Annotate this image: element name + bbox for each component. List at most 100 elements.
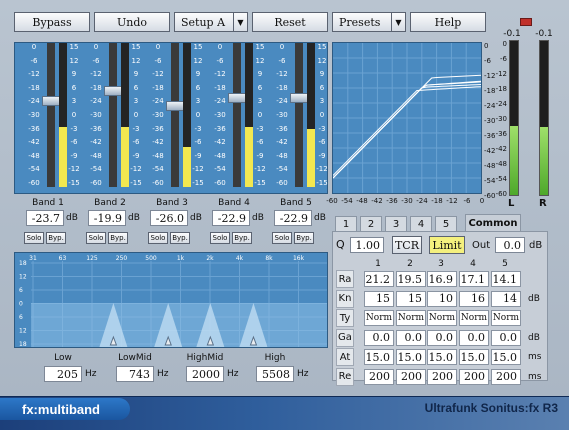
param-cell[interactable]: 15.0: [396, 349, 426, 365]
right-output-meter: [539, 40, 549, 196]
slider-thumb[interactable]: [166, 101, 184, 112]
tcr-button[interactable]: TCR: [392, 236, 422, 254]
param-cell[interactable]: 15: [364, 290, 394, 307]
crossover-freq-input[interactable]: 743: [116, 366, 154, 382]
row-unit: ms: [528, 352, 542, 362]
param-cell[interactable]: Norm: [459, 310, 489, 326]
solo-button[interactable]: Solo: [86, 232, 106, 244]
param-cell[interactable]: 0.0: [396, 329, 426, 346]
tab-2[interactable]: 2: [360, 216, 382, 232]
crossover-freq-input[interactable]: 2000: [186, 366, 224, 382]
column-header: 2: [407, 259, 413, 269]
solo-button[interactable]: Solo: [210, 232, 230, 244]
band-scale: 0 -6 -12 -18 -24 -30 -36 -42 -48 -54 -60: [271, 43, 293, 187]
setup-dropdown[interactable]: Setup A ▼: [174, 12, 248, 32]
param-cell[interactable]: 15: [396, 290, 426, 307]
tab-5[interactable]: 5: [435, 216, 457, 232]
threshold-slider[interactable]: [104, 43, 122, 187]
freq-tick: 63: [59, 255, 67, 262]
help-button[interactable]: Help: [410, 12, 486, 32]
scale-tick: -54: [90, 165, 102, 174]
band-threshold-input[interactable]: -22.9: [274, 210, 312, 226]
solo-button[interactable]: Solo: [148, 232, 168, 244]
bypass-band-button[interactable]: Byp.: [46, 232, 66, 244]
reset-button[interactable]: Reset: [252, 12, 328, 32]
scale-tick: -42: [152, 138, 164, 147]
scale-tick: 6: [195, 83, 201, 92]
param-cell[interactable]: Norm: [491, 310, 521, 326]
bypass-band-button[interactable]: Byp.: [170, 232, 190, 244]
limit-button[interactable]: Limit: [429, 236, 465, 254]
scale-tick: -48: [28, 151, 40, 160]
threshold-slider[interactable]: [228, 43, 246, 187]
tab-3[interactable]: 3: [385, 216, 407, 232]
param-cell[interactable]: 19.5: [396, 271, 426, 287]
meter-scale: 15 12 9 6 3 0 -3 -6 -9 -12 -15: [129, 43, 143, 187]
bypass-button[interactable]: Bypass: [14, 12, 90, 32]
presets-dropdown[interactable]: Presets ▼: [332, 12, 406, 32]
param-cell[interactable]: 15.0: [491, 349, 521, 365]
param-cell[interactable]: 200: [459, 368, 489, 385]
slider-thumb[interactable]: [42, 95, 60, 106]
row-label-ty: Ty: [336, 309, 354, 327]
param-cell[interactable]: 15.0: [427, 349, 457, 365]
band-threshold-input[interactable]: -19.9: [88, 210, 126, 226]
param-cell[interactable]: 16: [459, 290, 489, 307]
param-cell[interactable]: 14: [491, 290, 521, 307]
slider-thumb[interactable]: [290, 92, 308, 103]
crossover-label: Low: [54, 353, 72, 363]
scale-tick: -6: [216, 56, 224, 65]
undo-button[interactable]: Undo: [94, 12, 170, 32]
band-threshold-input[interactable]: -23.7: [26, 210, 64, 226]
threshold-slider[interactable]: [42, 43, 60, 187]
solo-button[interactable]: Solo: [24, 232, 44, 244]
crossover-freq-input[interactable]: 5508: [256, 366, 294, 382]
param-cell[interactable]: 0.0: [491, 329, 521, 346]
bypass-band-button[interactable]: Byp.: [232, 232, 252, 244]
clip-indicator[interactable]: [520, 18, 532, 26]
bypass-band-button[interactable]: Byp.: [294, 232, 314, 244]
slider-thumb[interactable]: [228, 92, 246, 103]
scale-tick: -12: [28, 70, 40, 79]
tab-4[interactable]: 4: [410, 216, 432, 232]
threshold-slider[interactable]: [290, 43, 308, 187]
param-cell[interactable]: 200: [491, 368, 521, 385]
param-cell[interactable]: 15.0: [459, 349, 489, 365]
scale-tick: 0: [257, 111, 263, 119]
param-cell[interactable]: 17.1: [459, 271, 489, 287]
band-threshold-input[interactable]: -22.9: [212, 210, 250, 226]
scale-tick: -18: [214, 83, 226, 92]
q-input[interactable]: 1.00: [350, 237, 384, 253]
scale-tick: -6: [70, 138, 78, 147]
param-cell[interactable]: Norm: [364, 310, 394, 326]
scale-tick: -6: [318, 138, 326, 147]
param-cell[interactable]: 16.9: [427, 271, 457, 287]
param-cell[interactable]: 15.0: [364, 349, 394, 365]
band-gain-meter: [183, 43, 191, 187]
tab-common[interactable]: Common: [465, 214, 521, 232]
slider-thumb[interactable]: [104, 85, 122, 96]
param-cell[interactable]: 200: [396, 368, 426, 385]
tab-1[interactable]: 1: [335, 216, 357, 232]
meter-fill: [307, 129, 315, 187]
param-cell[interactable]: 200: [427, 368, 457, 385]
param-cell[interactable]: 0.0: [459, 329, 489, 346]
crossover-label: LowMid: [118, 353, 152, 363]
threshold-slider[interactable]: [166, 43, 184, 187]
band-threshold-input[interactable]: -26.0: [150, 210, 188, 226]
scale-tick: -6: [256, 138, 264, 147]
scale-tick: -6: [154, 56, 162, 65]
param-cell[interactable]: 10: [427, 290, 457, 307]
param-cell[interactable]: Norm: [427, 310, 457, 326]
param-cell[interactable]: 21.2: [364, 271, 394, 287]
param-cell[interactable]: 0.0: [364, 329, 394, 346]
solo-button[interactable]: Solo: [272, 232, 292, 244]
scale-tick: -9: [318, 151, 326, 160]
param-cell[interactable]: Norm: [396, 310, 426, 326]
out-input[interactable]: 0.0: [495, 237, 525, 253]
bypass-band-button[interactable]: Byp.: [108, 232, 128, 244]
param-cell[interactable]: 200: [364, 368, 394, 385]
param-cell[interactable]: 14.1: [491, 271, 521, 287]
crossover-freq-input[interactable]: 205: [44, 366, 82, 382]
param-cell[interactable]: 0.0: [427, 329, 457, 346]
